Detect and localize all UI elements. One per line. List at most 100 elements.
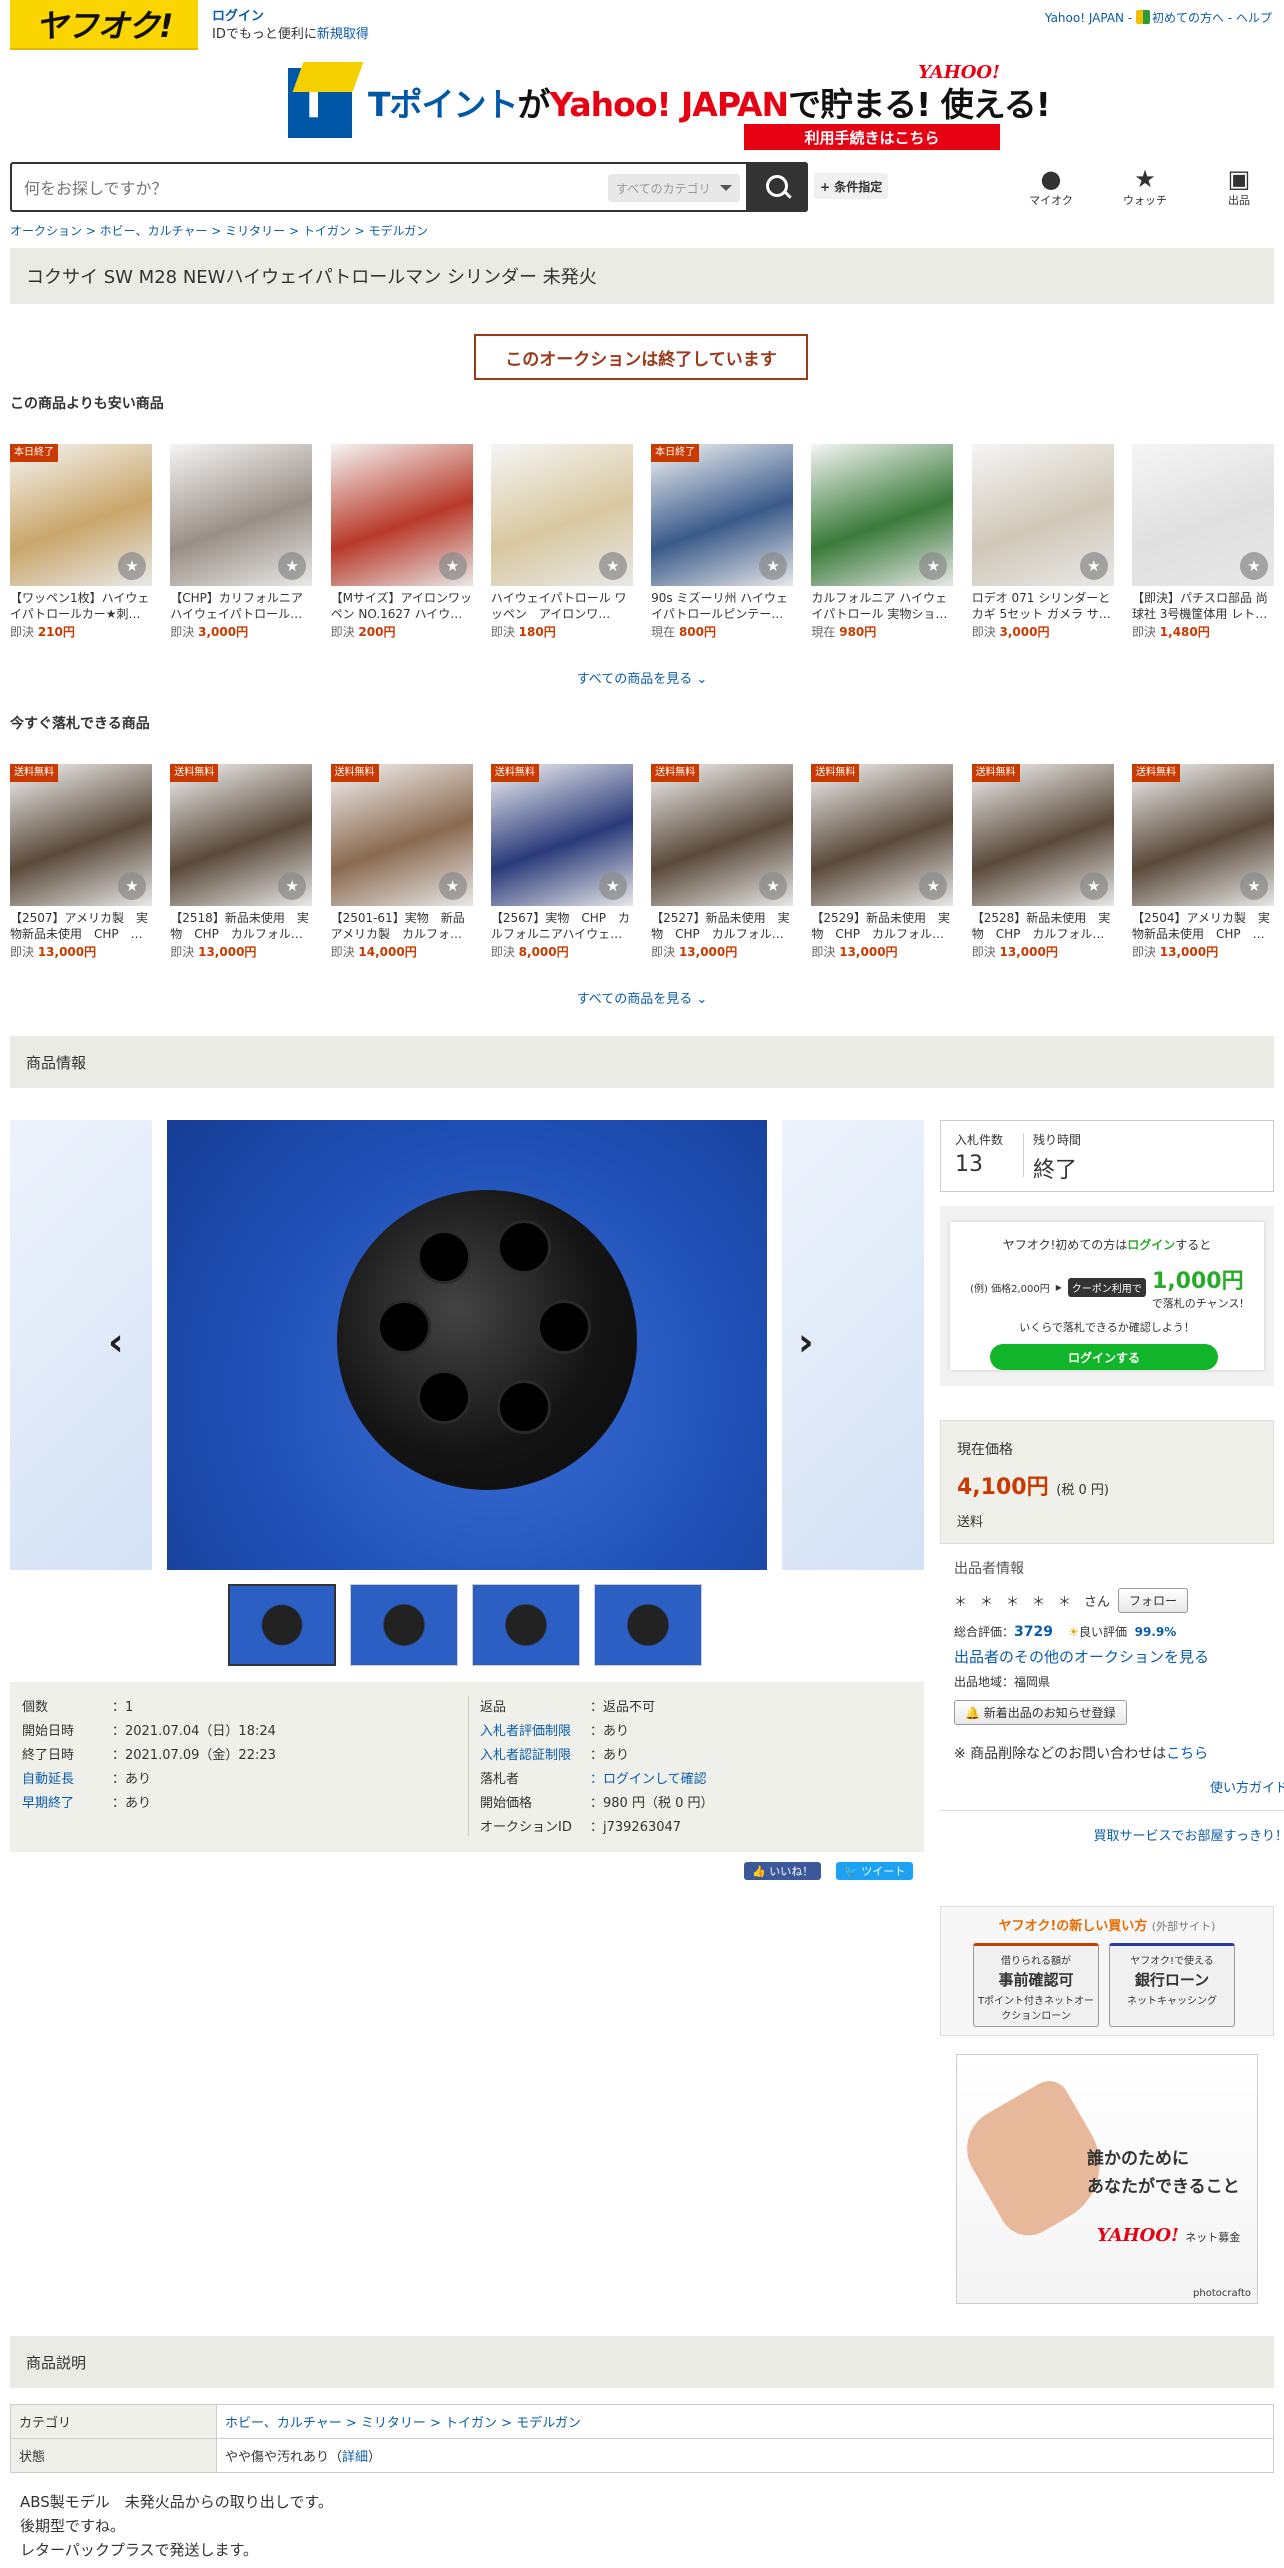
advanced-search-button[interactable]: + 条件指定 [814,173,889,199]
beginner-link[interactable]: 初めての方へ [1152,11,1224,25]
yahoo-japan-link[interactable]: Yahoo! JAPAN [1045,11,1124,25]
product-name[interactable]: ハイウェイパトロール ワッペン アイロンワ… [491,590,633,622]
product-name[interactable]: 【CHP】カリフォルニア ハイウェイパトロール… [170,590,312,622]
search-button[interactable] [746,162,808,212]
product-card[interactable]: 送料無料 ★ 【2501-61】実物 新品 アメリカ製 カルフォ… 即決 14,000… [330,764,473,960]
product-thumbnail[interactable]: 送料無料 ★ [490,764,633,906]
thumbnail[interactable] [594,1584,702,1666]
category-select[interactable]: すべてのカテゴリ [608,174,740,202]
product-card[interactable]: 送料無料 ★ 【2529】新品未使用 実物 CHP カルフォル… 即決 13,000円 [811,764,954,960]
guide-link[interactable]: 使い方ガイド [1210,1781,1284,1796]
watch-star-icon[interactable]: ★ [1239,872,1268,900]
seller-other-auctions-link[interactable]: 出品者のその他のオークションを見る [954,1648,1209,1666]
product-thumbnail[interactable]: 送料無料 ★ [651,764,794,906]
coupon-login-button[interactable]: ログインする [990,1344,1218,1370]
detail-value[interactable]: ：ログインして確認 [590,1768,707,1792]
nav-watch[interactable]: ★ ウォッチ [1110,166,1180,208]
product-card[interactable]: ★ 【CHP】カリフォルニア ハイウェイパトロール… 即決 3,000円 [170,444,313,640]
watch-star-icon[interactable]: ★ [278,872,307,900]
condition-detail-link[interactable]: 詳細 [342,2450,368,2465]
product-thumbnail[interactable]: 送料無料 ★ [330,764,473,906]
product-name[interactable]: 【即決】パチスロ部品 尚球社 3号機筐体用 レト… [1132,590,1274,622]
carousel-next-arrow[interactable]: › [798,1320,814,1364]
product-card[interactable]: 本日終了 ★ 【ワッペン1枚】ハイウェイパトロールカー★刺… 即決 210円 [10,444,152,640]
pre-approval-button[interactable]: 借りられる額が 事前確認可 Tポイント付きネットオークションローン [973,1943,1099,2027]
tweet-button[interactable]: 🐦 ツイート [836,1862,914,1880]
watch-star-icon[interactable]: ★ [919,872,948,900]
product-thumbnail[interactable]: 送料無料 ★ [1131,764,1274,906]
product-name[interactable]: 【2527】新品未使用 実物 CHP カルフォル… [651,910,793,942]
product-card[interactable]: 送料無料 ★ 【2528】新品未使用 実物 CHP カルフォル… 即決 13,000円 [971,764,1114,960]
product-card[interactable]: ★ 【Mサイズ】アイロンワッペン NO.1627 ハイウ… 即決 200円 [330,444,473,640]
watch-star-icon[interactable]: ★ [598,552,627,580]
product-card[interactable]: ★ ロデオ 071 シリンダーとカギ 5セット ガメラ サ… 即決 3,000円 [971,444,1114,640]
product-name[interactable]: 【2507】アメリカ製 実物新品未使用 CHP … [10,910,152,942]
product-name[interactable]: 【ワッペン1枚】ハイウェイパトロールカー★刺… [10,590,152,622]
category-path-link[interactable]: ホビー、カルチャー > ミリタリー > トイガン > モデルガン [225,2416,581,2431]
product-thumbnail[interactable]: 送料無料 ★ [170,764,313,906]
watch-star-icon[interactable]: ★ [438,552,467,580]
nav-myauction[interactable]: ● マイオク [1016,166,1086,208]
product-thumbnail[interactable]: 送料無料 ★ [811,764,954,906]
product-card[interactable]: ★ ハイウェイパトロール ワッペン アイロンワ… 即決 180円 [490,444,633,640]
thumbnail[interactable] [472,1584,580,1666]
banner-cta[interactable]: 利用手続きはこちら [744,124,1000,150]
product-card[interactable]: 送料無料 ★ 【2567】実物 CHP カルフォルニアハイウェ… 即決 8,000円 [490,764,633,960]
buynow-see-all-link[interactable]: すべての商品を見る ⌄ [0,988,1284,1007]
watch-star-icon[interactable]: ★ [919,552,948,580]
watch-star-icon[interactable]: ★ [118,552,146,580]
detail-key[interactable]: 入札者認証制限 [480,1744,590,1768]
nav-sell[interactable]: ▣ 出品 [1204,166,1274,208]
yahuoku-logo[interactable]: ヤフオク! [10,0,198,50]
product-thumbnail[interactable]: 送料無料 ★ [10,764,152,906]
product-name[interactable]: 【2528】新品未使用 実物 CHP カルフォル… [972,910,1114,942]
product-thumbnail[interactable]: ★ [170,444,313,586]
product-name[interactable]: カルフォルニア ハイウェイパトロール 実物ショ… [811,590,953,622]
watch-star-icon[interactable]: ★ [438,872,467,900]
product-thumbnail[interactable]: ★ [811,444,954,586]
product-name[interactable]: 90s ミズーリ州 ハイウェイパトロールピンテー… [651,590,793,622]
product-name[interactable]: 【2501-61】実物 新品 アメリカ製 カルフォ… [331,910,473,942]
tpoint-banner[interactable]: TポイントがYahoo! JAPANで貯まる! 使える! YAHOO! 利用手続… [288,62,1051,152]
watch-star-icon[interactable]: ★ [278,552,307,580]
breadcrumb[interactable]: オークション > ホビー、カルチャー > ミリタリー > トイガン > モデルガ… [10,222,428,239]
product-card[interactable]: 本日終了 ★ 90s ミズーリ州 ハイウェイパトロールピンテー… 現在 800円 [651,444,794,640]
product-name[interactable]: 【2529】新品未使用 実物 CHP カルフォル… [811,910,953,942]
product-thumbnail[interactable]: 本日終了 ★ [10,444,152,586]
seller-rating-link[interactable]: 3729 [1014,1624,1053,1640]
watch-star-icon[interactable]: ★ [759,872,788,900]
follow-button[interactable]: フォロー [1118,1588,1189,1613]
product-thumbnail[interactable]: 本日終了 ★ [651,444,794,586]
cheaper-see-all-link[interactable]: すべての商品を見る ⌄ [0,668,1284,687]
detail-key[interactable]: 早期終了 [22,1792,112,1816]
product-card[interactable]: ★ カルフォルニア ハイウェイパトロール 実物ショ… 現在 980円 [811,444,954,640]
product-name[interactable]: 【2504】アメリカ製 実物新品未使用 CHP … [1132,910,1274,942]
product-thumbnail[interactable]: ★ [490,444,633,586]
watch-star-icon[interactable]: ★ [118,872,146,900]
watch-star-icon[interactable]: ★ [1239,552,1268,580]
donation-ad[interactable]: 誰かのために あなたができること YAHOO! ネット募金 photocrafto [956,2054,1258,2304]
buy-service-link[interactable]: 買取サービスでお部屋すっきり！ [1094,1829,1284,1844]
help-link[interactable]: ヘルプ [1236,11,1272,25]
product-card[interactable]: ★ 【即決】パチスロ部品 尚球社 3号機筐体用 レト… 即決 1,480円 [1131,444,1274,640]
product-card[interactable]: 送料無料 ★ 【2507】アメリカ製 実物新品未使用 CHP … 即決 13,000円 [10,764,152,960]
product-thumbnail[interactable]: ★ [971,444,1114,586]
product-name[interactable]: 【Mサイズ】アイロンワッペン NO.1627 ハイウ… [331,590,473,622]
product-name[interactable]: ロデオ 071 シリンダーとカギ 5セット ガメラ サ… [972,590,1114,622]
carousel-prev-arrow[interactable]: ‹ [108,1320,124,1364]
search-input[interactable] [24,174,604,202]
product-name[interactable]: 【2567】実物 CHP カルフォルニアハイウェ… [491,910,633,942]
main-product-image[interactable] [167,1120,767,1570]
watch-star-icon[interactable]: ★ [759,552,788,580]
watch-star-icon[interactable]: ★ [598,872,627,900]
product-card[interactable]: 送料無料 ★ 【2527】新品未使用 実物 CHP カルフォル… 即決 13,000円 [651,764,794,960]
thumbnail[interactable] [350,1584,458,1666]
watch-star-icon[interactable]: ★ [1079,552,1108,580]
product-thumbnail[interactable]: ★ [1131,444,1274,586]
detail-key[interactable]: 自動延長 [22,1768,112,1792]
detail-key[interactable]: 入札者評価制限 [480,1720,590,1744]
bank-loan-button[interactable]: ヤフオク!で使える 銀行ローン ネットキャッシング [1109,1943,1235,2027]
login-link[interactable]: ログイン [212,9,264,24]
facebook-like-button[interactable]: 👍 いいね！ [744,1862,822,1880]
product-card[interactable]: 送料無料 ★ 【2504】アメリカ製 実物新品未使用 CHP … 即決 13,000円 [1131,764,1274,960]
